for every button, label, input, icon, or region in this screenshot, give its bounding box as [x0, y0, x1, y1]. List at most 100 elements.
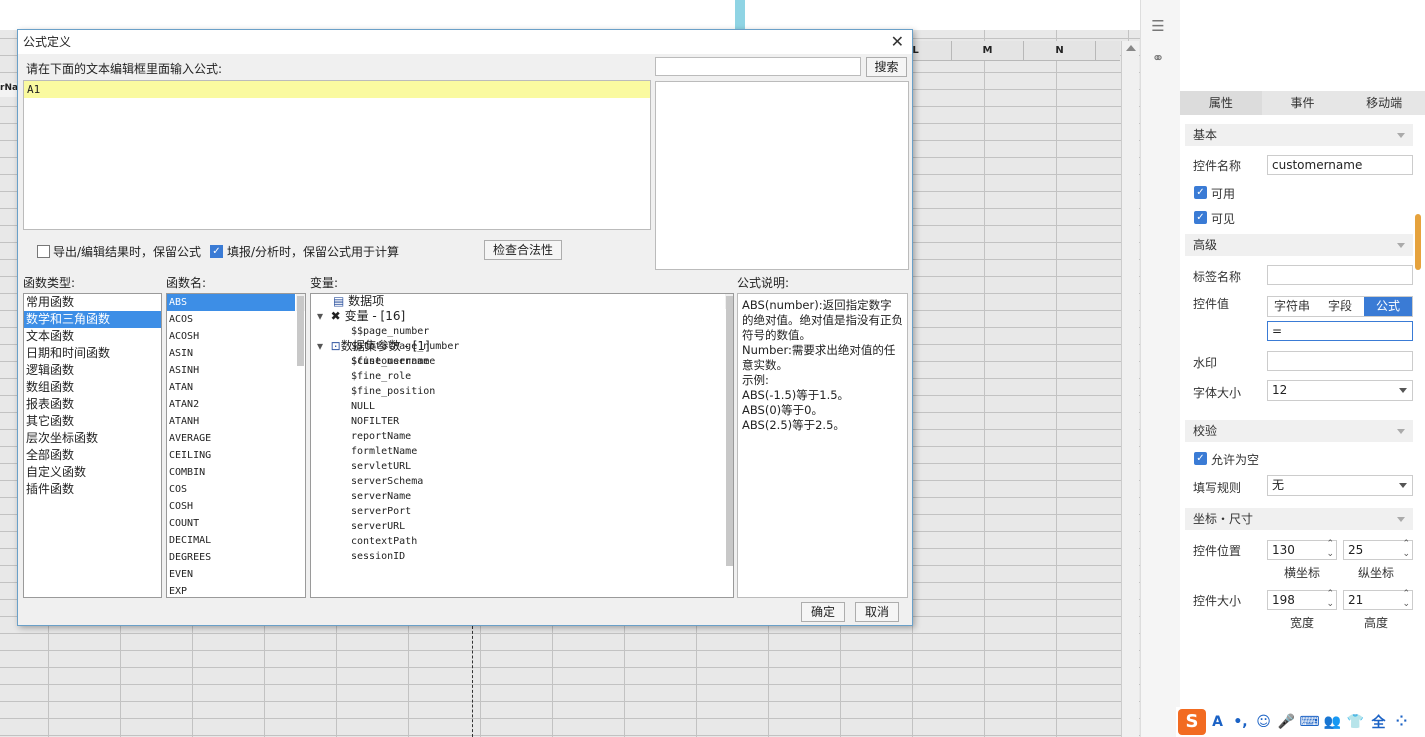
- func-name-item[interactable]: ASINH: [167, 362, 305, 379]
- ime-font-icon[interactable]: A: [1206, 714, 1229, 730]
- func-name-item[interactable]: ATAN: [167, 379, 305, 396]
- tree-param-group[interactable]: ▾ ⊡数据集参数 - [1]: [311, 339, 733, 354]
- func-name-item[interactable]: ATANH: [167, 413, 305, 430]
- variable-item[interactable]: NULL: [311, 399, 733, 414]
- func-name-item[interactable]: COUNT: [167, 515, 305, 532]
- formula-editor[interactable]: A1: [23, 80, 651, 230]
- variable-item[interactable]: $fine_position: [311, 384, 733, 399]
- variable-item[interactable]: serverURL: [311, 519, 733, 534]
- func-name-item[interactable]: EXP: [167, 583, 305, 597]
- variable-item[interactable]: reportName: [311, 429, 733, 444]
- collapse-icon[interactable]: ▾: [317, 309, 323, 323]
- font-size-select[interactable]: 12: [1267, 380, 1413, 401]
- func-type-item[interactable]: 其它函数: [24, 413, 161, 430]
- ok-button[interactable]: 确定: [801, 602, 845, 622]
- formula-value-input[interactable]: =: [1267, 321, 1413, 341]
- ime-fullwidth-icon[interactable]: 全: [1367, 712, 1390, 732]
- panel-scroll-thumb[interactable]: [1415, 214, 1421, 270]
- variable-item[interactable]: formletName: [311, 444, 733, 459]
- func-type-item[interactable]: 插件函数: [24, 481, 161, 498]
- func-type-item[interactable]: 全部函数: [24, 447, 161, 464]
- value-mode-formula[interactable]: 公式: [1364, 297, 1412, 316]
- pos-x-spinner[interactable]: 130: [1267, 539, 1337, 560]
- allow-empty-checkbox[interactable]: ✓: [1194, 452, 1207, 465]
- func-name-item[interactable]: ATAN2: [167, 396, 305, 413]
- variable-item[interactable]: serverPort: [311, 504, 733, 519]
- variable-item[interactable]: serverName: [311, 489, 733, 504]
- func-type-item[interactable]: 数学和三角函数: [24, 311, 161, 328]
- section-validate[interactable]: 校验: [1185, 420, 1413, 442]
- search-results[interactable]: [655, 81, 909, 270]
- variable-item[interactable]: serverSchema: [311, 474, 733, 489]
- value-mode-field[interactable]: 字段: [1316, 297, 1364, 316]
- scroll-up-icon[interactable]: [1126, 45, 1136, 51]
- ime-skin-icon[interactable]: 👕: [1344, 714, 1367, 730]
- func-type-item[interactable]: 常用函数: [24, 294, 161, 311]
- widget-name-input[interactable]: customername: [1267, 155, 1413, 175]
- width-spinner[interactable]: 198: [1267, 589, 1337, 610]
- tab-events[interactable]: 事件: [1262, 91, 1344, 115]
- param-item[interactable]: $customername: [311, 354, 733, 369]
- section-basic[interactable]: 基本: [1185, 124, 1413, 146]
- close-icon[interactable]: ✕: [891, 32, 904, 52]
- column-header-m[interactable]: M: [952, 41, 1024, 60]
- watermark-input[interactable]: [1267, 351, 1413, 371]
- section-advanced[interactable]: 高级: [1185, 234, 1413, 256]
- variable-tree[interactable]: ▤ 数据项 ▾ ✖ 变量 - [16] $$page_number $$total…: [310, 293, 734, 598]
- ime-voice-icon[interactable]: 🎤: [1275, 714, 1298, 730]
- func-name-item[interactable]: AVERAGE: [167, 430, 305, 447]
- variable-item[interactable]: sessionID: [311, 549, 733, 564]
- func-name-item[interactable]: COMBIN: [167, 464, 305, 481]
- func-name-list[interactable]: ABS ACOS ACOSH ASIN ASINH ATAN ATAN2 ATANH AVERA…: [166, 293, 306, 598]
- ime-punctuation-icon[interactable]: •,: [1229, 714, 1252, 730]
- tree-root[interactable]: ▤ 数据项: [311, 294, 733, 309]
- func-name-item[interactable]: DEGREES: [167, 549, 305, 566]
- value-mode-string[interactable]: 字符串: [1268, 297, 1316, 316]
- tag-name-input[interactable]: [1267, 265, 1413, 285]
- tree-variable-group[interactable]: ▾ ✖ 变量 - [16]: [311, 309, 733, 324]
- sheet-scrollbar[interactable]: [1121, 41, 1139, 737]
- variable-scrollbar[interactable]: [725, 294, 733, 566]
- func-type-list[interactable]: 常用函数 数学和三角函数 文本函数 日期和时间函数 逻辑函数 数组函数 报表函数 其它函数 层次…: [23, 293, 162, 598]
- link-icon[interactable]: ⚭: [1149, 49, 1167, 67]
- tab-properties[interactable]: 属性: [1180, 91, 1262, 115]
- func-name-item[interactable]: CEILING: [167, 447, 305, 464]
- variable-item[interactable]: $$page_number: [311, 324, 733, 339]
- enabled-checkbox[interactable]: ✓: [1194, 186, 1207, 199]
- func-type-item[interactable]: 日期和时间函数: [24, 345, 161, 362]
- ime-logo-icon[interactable]: S: [1178, 709, 1206, 735]
- section-coord-size[interactable]: 坐标・尺寸: [1185, 508, 1413, 530]
- collapse-icon[interactable]: ▾: [317, 339, 323, 353]
- formula-line[interactable]: A1: [24, 81, 650, 98]
- keep-formula-fill-checkbox[interactable]: ✓: [210, 245, 223, 258]
- func-name-scrollbar[interactable]: [296, 294, 305, 366]
- fill-rule-select[interactable]: 无: [1267, 475, 1413, 496]
- func-name-item[interactable]: ASIN: [167, 345, 305, 362]
- variable-item[interactable]: $fine_role: [311, 369, 733, 384]
- func-type-item[interactable]: 数组函数: [24, 379, 161, 396]
- tab-mobile[interactable]: 移动端: [1343, 91, 1425, 115]
- func-type-item[interactable]: 自定义函数: [24, 464, 161, 481]
- func-name-item[interactable]: ACOSH: [167, 328, 305, 345]
- ime-menu-icon[interactable]: ⁘: [1390, 714, 1413, 730]
- keep-formula-export-checkbox[interactable]: [37, 245, 50, 258]
- pos-y-spinner[interactable]: 25: [1343, 539, 1413, 560]
- func-name-item[interactable]: ABS: [167, 294, 295, 311]
- func-type-item[interactable]: 逻辑函数: [24, 362, 161, 379]
- variable-item[interactable]: servletURL: [311, 459, 733, 474]
- ime-emoji-icon[interactable]: ☺: [1252, 714, 1275, 730]
- func-name-item[interactable]: DECIMAL: [167, 532, 305, 549]
- column-header-n[interactable]: N: [1024, 41, 1096, 60]
- variable-item[interactable]: NOFILTER: [311, 414, 733, 429]
- func-name-item[interactable]: COS: [167, 481, 305, 498]
- func-name-item[interactable]: EVEN: [167, 566, 305, 583]
- func-type-item[interactable]: 层次坐标函数: [24, 430, 161, 447]
- height-spinner[interactable]: 21: [1343, 589, 1413, 610]
- func-type-item[interactable]: 报表函数: [24, 396, 161, 413]
- visible-checkbox[interactable]: ✓: [1194, 211, 1207, 224]
- variable-item[interactable]: contextPath: [311, 534, 733, 549]
- func-type-item[interactable]: 文本函数: [24, 328, 161, 345]
- func-name-item[interactable]: COSH: [167, 498, 305, 515]
- search-button[interactable]: 搜索: [866, 57, 907, 77]
- func-name-item[interactable]: ACOS: [167, 311, 305, 328]
